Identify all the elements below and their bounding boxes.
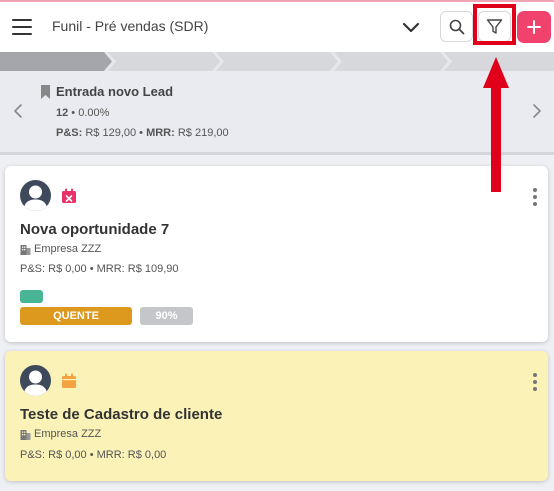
- avatar: [20, 365, 51, 396]
- stage-progress-bar: [0, 52, 554, 71]
- calendar-icon: [62, 373, 76, 388]
- building-icon: [20, 244, 31, 255]
- company-name: Empresa ZZZ: [34, 243, 102, 255]
- stage-panel: Entrada novo Lead 12 • 0.00% P&S: R$ 129…: [0, 71, 554, 155]
- stage-count: 12 • 0.00%: [56, 107, 110, 119]
- temperature-badge: QUENTE: [20, 307, 132, 325]
- company-name: Empresa ZZZ: [34, 428, 102, 440]
- avatar: [20, 180, 51, 211]
- company-row: Empresa ZZZ: [20, 428, 101, 440]
- user-icon: [23, 370, 48, 396]
- menu-icon[interactable]: [12, 19, 32, 35]
- more-options-icon[interactable]: [532, 188, 538, 206]
- user-icon: [23, 185, 48, 211]
- card-values: P&S: R$ 0,00 • MRR: R$ 0,00: [20, 449, 167, 461]
- annotation-arrow: [483, 57, 509, 192]
- stage-mrr-value: R$ 219,00: [177, 127, 229, 139]
- stage-values: P&S: R$ 129,00 • MRR: R$ 219,00: [56, 127, 229, 139]
- card-title: Nova oportunidade 7: [20, 221, 170, 238]
- chevron-left-icon[interactable]: [11, 102, 25, 120]
- tag-chip: [20, 290, 43, 303]
- probability-badge: 90%: [140, 307, 193, 325]
- add-button[interactable]: [517, 11, 551, 43]
- chevron-right-icon[interactable]: [530, 102, 544, 120]
- card-values: P&S: R$ 0,00 • MRR: R$ 109,90: [20, 263, 179, 275]
- search-button[interactable]: [440, 11, 473, 42]
- card-title: Teste de Cadastro de cliente: [20, 406, 223, 423]
- building-icon: [20, 429, 31, 440]
- opportunity-card[interactable]: Nova oportunidade 7 Empresa ZZZ P&S: R$ …: [5, 166, 548, 342]
- chevron-down-icon[interactable]: [400, 16, 422, 38]
- stage-count-number: 12: [56, 107, 69, 119]
- stage-ps-value: R$ 129,00: [85, 127, 137, 139]
- stage-percent: 0.00%: [78, 107, 110, 119]
- calendar-overdue-icon: [62, 188, 76, 203]
- stage-ps-label: P&S:: [56, 127, 83, 139]
- company-row: Empresa ZZZ: [20, 243, 101, 255]
- stage-name: Entrada novo Lead: [56, 84, 174, 99]
- search-icon: [449, 19, 464, 34]
- stage-name-row: Entrada novo Lead: [40, 84, 173, 99]
- stage-mrr-label: MRR:: [146, 127, 175, 139]
- filter-highlight-box: [473, 4, 516, 45]
- opportunity-card[interactable]: Teste de Cadastro de cliente Empresa ZZZ…: [5, 351, 548, 481]
- app-header: Funil - Pré vendas (SDR): [0, 2, 554, 52]
- funnel-title[interactable]: Funil - Pré vendas (SDR): [52, 18, 208, 34]
- plus-icon: [527, 20, 541, 34]
- more-options-icon[interactable]: [532, 373, 538, 391]
- bookmark-icon: [41, 84, 50, 99]
